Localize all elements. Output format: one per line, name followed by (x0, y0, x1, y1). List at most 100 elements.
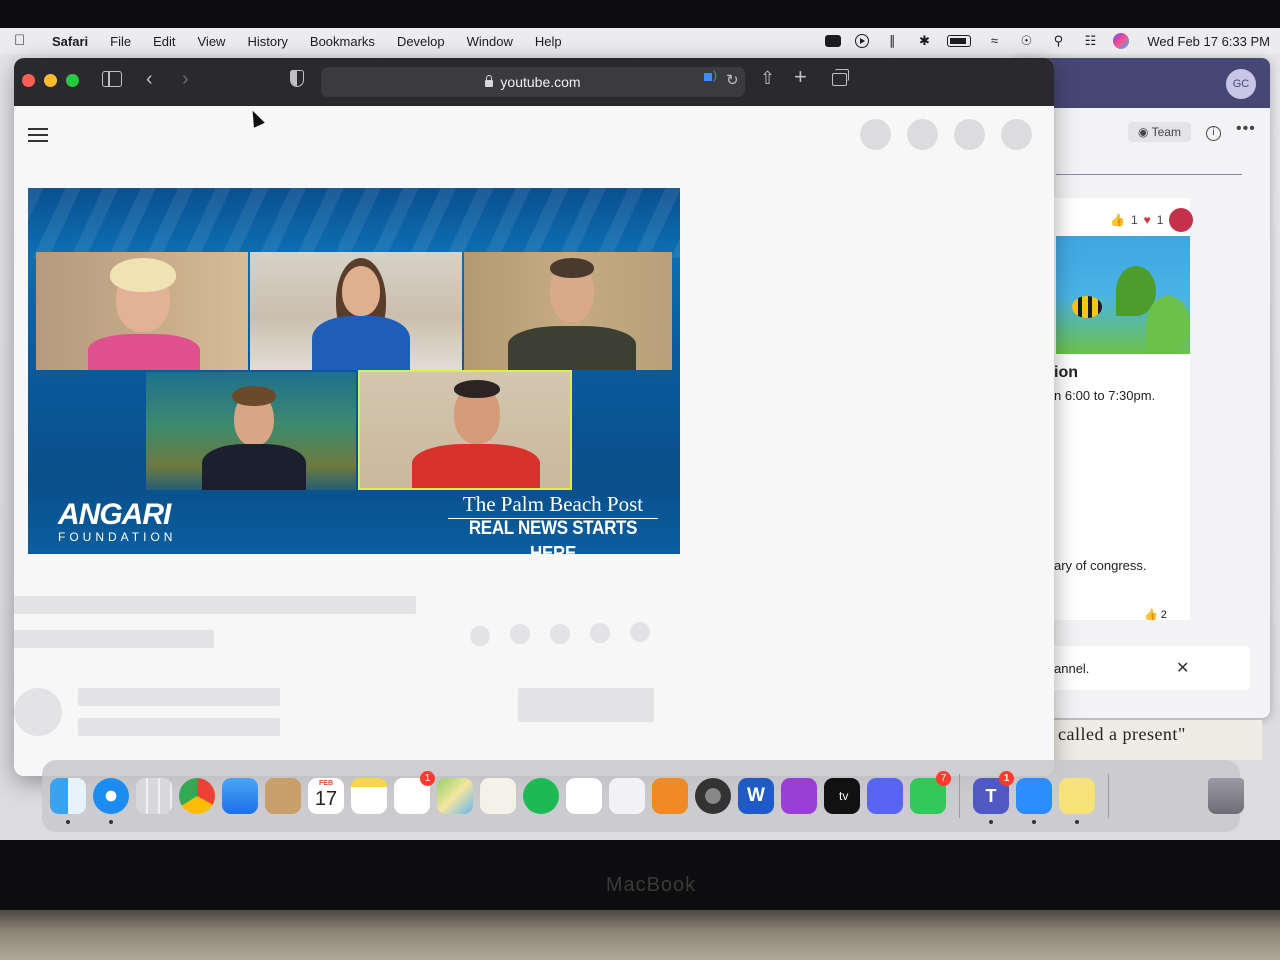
apple-icon[interactable]:  (14, 33, 30, 49)
now-playing-icon[interactable] (855, 34, 870, 48)
calendar-month: FEB (319, 780, 333, 787)
messages-badge: 7 (936, 771, 951, 786)
palm-beach-post-logo: The Palm Beach Post REAL NEWS STARTS HER… (448, 492, 658, 554)
wifi-icon[interactable]: ≈ (985, 34, 1003, 48)
user-icon[interactable]: ☉ (1017, 34, 1035, 48)
word-icon[interactable]: W (738, 778, 774, 814)
address-bar[interactable]: youtube.com (321, 67, 745, 97)
new-tab-icon[interactable]: + (794, 66, 807, 88)
reload-icon[interactable]: ↻ (726, 71, 739, 91)
menu-file[interactable]: File (110, 34, 131, 49)
keynote-icon[interactable] (609, 778, 645, 814)
numbers-icon[interactable] (566, 778, 602, 814)
channel-name-placeholder (78, 688, 280, 706)
contacts-icon[interactable] (265, 778, 301, 814)
minimize-window-button[interactable] (44, 74, 57, 87)
dock-separator (1108, 774, 1109, 818)
participant-body (412, 444, 540, 488)
placeholder-circle (860, 119, 891, 150)
minimized-window-icon[interactable] (1165, 778, 1201, 814)
discord-icon[interactable] (867, 778, 903, 814)
participant-tile (36, 252, 248, 370)
pages-icon[interactable] (480, 778, 516, 814)
speaker-icon[interactable] (704, 68, 717, 82)
airpods-icon[interactable]: ∥ (883, 34, 901, 48)
control-center-icon[interactable]: ☷ (1081, 34, 1099, 48)
info-icon[interactable]: i (1206, 126, 1221, 141)
header-placeholder-icons (860, 119, 1032, 150)
close-window-button[interactable] (22, 74, 35, 87)
menu-icon[interactable] (28, 128, 48, 142)
action-placeholder (470, 626, 490, 646)
mail-icon[interactable] (222, 778, 258, 814)
tab-overview-icon[interactable] (832, 69, 849, 86)
zoom-icon[interactable] (1016, 778, 1052, 824)
reminders-icon[interactable]: 1 (394, 771, 435, 814)
menu-help[interactable]: Help (535, 34, 562, 49)
finder-icon[interactable] (50, 778, 86, 824)
participant-tile (146, 372, 356, 490)
apple-tv-icon[interactable]: tv (824, 778, 860, 814)
post-reactions[interactable]: 👍 1 ♥ 1 (1110, 208, 1194, 232)
siri-icon[interactable] (1113, 33, 1130, 49)
menu-history[interactable]: History (247, 34, 287, 49)
menu-edit[interactable]: Edit (153, 34, 175, 49)
system-preferences-icon[interactable] (695, 778, 731, 814)
teams-icon[interactable]: T1 (973, 771, 1014, 824)
menu-window[interactable]: Window (467, 34, 513, 49)
safari-icon[interactable] (93, 778, 129, 824)
menu-clock[interactable]: Wed Feb 17 6:33 PM (1147, 34, 1270, 49)
dock: FEB 17 1 W tv 7 T1 (42, 760, 1244, 832)
video-player[interactable]: ANGARI FOUNDATION The Palm Beach Post RE… (28, 188, 680, 554)
trash-icon[interactable] (1208, 778, 1244, 814)
battery-icon[interactable] (947, 35, 972, 47)
messages-icon[interactable]: 7 (910, 771, 951, 814)
teams-badge: 1 (999, 771, 1014, 786)
spotlight-search-icon[interactable]: ⚲ (1049, 34, 1067, 48)
close-icon[interactable]: ✕ (1176, 658, 1189, 678)
dock-separator (959, 774, 960, 818)
screen-record-icon[interactable] (825, 35, 842, 47)
running-indicator (1032, 820, 1036, 824)
back-icon[interactable]: ‹ (146, 69, 153, 89)
spotify-icon[interactable] (523, 778, 559, 814)
participant-hair (232, 386, 276, 406)
podcasts-icon[interactable] (781, 778, 817, 814)
more-options-icon[interactable]: ••• (1236, 120, 1256, 138)
heart-count: 1 (1156, 213, 1164, 227)
fullscreen-window-button[interactable] (66, 74, 79, 87)
running-indicator (1075, 820, 1079, 824)
chrome-icon[interactable] (179, 778, 215, 814)
menu-view[interactable]: View (198, 34, 226, 49)
running-indicator (989, 820, 993, 824)
privacy-shield-icon[interactable] (290, 70, 304, 87)
share-icon[interactable]: ⇧ (760, 68, 775, 88)
menu-bar:  Safari File Edit View History Bookmark… (0, 28, 1280, 54)
forward-icon[interactable]: › (182, 69, 189, 89)
menu-bookmarks[interactable]: Bookmarks (310, 34, 375, 49)
like-icon: 👍 (1110, 213, 1125, 227)
team-visibility-pill[interactable]: ◉ Team (1128, 122, 1191, 142)
maps-icon[interactable] (437, 778, 473, 814)
angari-logo-text: ANGARI (58, 498, 171, 531)
stickies-icon[interactable] (1059, 778, 1095, 824)
participant-tile (464, 252, 672, 370)
notes-icon[interactable] (351, 778, 387, 814)
menu-app-name[interactable]: Safari (52, 34, 88, 49)
bluetooth-icon[interactable]: ✱ (915, 34, 933, 48)
url-text: youtube.com (500, 74, 581, 90)
participant-tile (250, 252, 462, 370)
action-placeholder (590, 623, 610, 643)
avatar[interactable]: GC (1226, 69, 1256, 99)
participant-body (88, 334, 200, 370)
second-post-card[interactable] (1050, 450, 1190, 620)
sidebar-toggle-icon[interactable] (102, 71, 122, 87)
launchpad-icon[interactable] (136, 778, 172, 814)
books-icon[interactable] (652, 778, 688, 814)
calendar-icon[interactable]: FEB 17 (308, 778, 344, 814)
action-placeholder (510, 624, 530, 644)
menu-develop[interactable]: Develop (397, 34, 445, 49)
like-count: 1 (1130, 213, 1138, 227)
minimized-window-icon[interactable] (1122, 778, 1158, 814)
post-title: ion (1054, 364, 1078, 381)
